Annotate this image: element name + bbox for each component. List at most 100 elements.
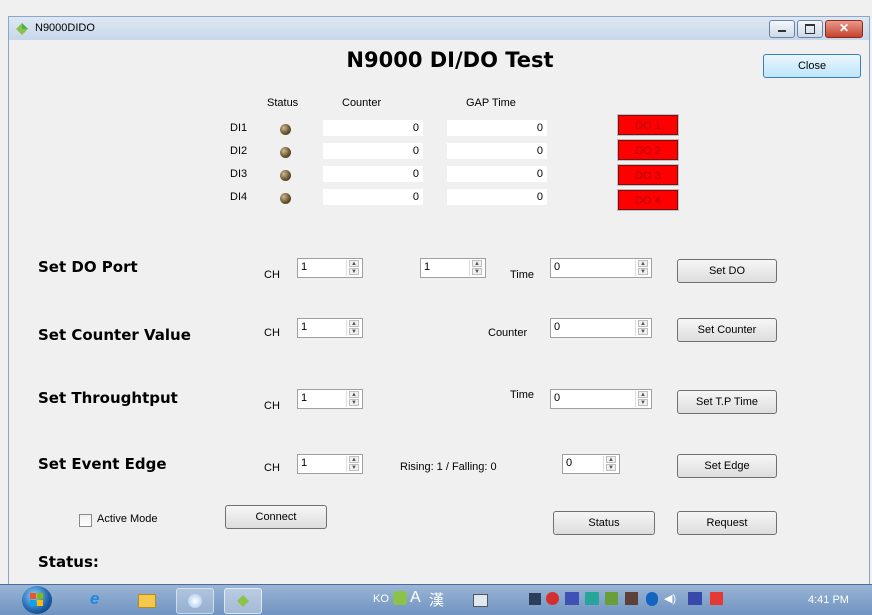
ime-a-icon[interactable]: A	[410, 589, 421, 607]
set-event-edge-title: Set Event Edge	[38, 455, 167, 473]
set-tp-time-button[interactable]: Set T.P Time	[677, 390, 777, 414]
di-status-led	[280, 193, 291, 204]
diamond-icon	[237, 595, 249, 607]
tray-icon-2[interactable]	[546, 592, 559, 605]
gap-time-field[interactable]: 0	[447, 120, 547, 136]
folder-icon	[138, 594, 156, 608]
status-button[interactable]: Status	[553, 511, 655, 535]
tp-time-stepper[interactable]: 0 ▲ ▼	[550, 389, 652, 409]
ch-value: 1	[301, 392, 308, 404]
stepper-arrows[interactable]: ▲ ▼	[635, 391, 650, 407]
arrow-down-icon[interactable]: ▼	[349, 268, 359, 275]
counter-field[interactable]: 0	[323, 189, 423, 205]
bluetooth-icon[interactable]	[646, 592, 658, 606]
connect-button[interactable]: Connect	[225, 505, 327, 529]
tray-icon-3[interactable]	[565, 592, 579, 605]
counter-field[interactable]: 0	[323, 166, 423, 182]
counter-stepper[interactable]: 0 ▲ ▼	[550, 318, 652, 338]
arrow-up-icon[interactable]: ▲	[638, 391, 648, 398]
do-button[interactable]: DO 3	[617, 164, 679, 186]
ch-stepper[interactable]: 1 ▲ ▼	[297, 389, 363, 409]
set-counter-title: Set Counter Value	[38, 326, 191, 344]
set-counter-button[interactable]: Set Counter	[677, 318, 777, 342]
stepper-arrows[interactable]: ▲ ▼	[635, 320, 650, 336]
status-label: Status:	[38, 553, 99, 571]
counter-label: Counter	[488, 327, 528, 339]
ime-han-icon[interactable]: 漢	[429, 589, 444, 610]
arrow-down-icon[interactable]: ▼	[349, 328, 359, 335]
arrow-down-icon[interactable]: ▼	[472, 268, 482, 275]
arrow-down-icon[interactable]: ▼	[638, 268, 648, 275]
taskbar-app-icon[interactable]	[176, 588, 214, 614]
arrow-up-icon[interactable]: ▲	[638, 260, 648, 267]
ie-icon: e	[90, 589, 100, 608]
di-label: DI2	[230, 145, 248, 157]
set-edge-button[interactable]: Set Edge	[677, 454, 777, 478]
close-button[interactable]: Close	[763, 54, 861, 78]
time-stepper[interactable]: 0 ▲ ▼	[550, 258, 652, 278]
ch-value: 1	[301, 321, 308, 333]
arrow-down-icon[interactable]: ▼	[349, 464, 359, 471]
gap-time-field[interactable]: 0	[447, 189, 547, 205]
arrow-down-icon[interactable]: ▼	[606, 464, 616, 471]
ime-tool-icon[interactable]	[393, 591, 407, 605]
tray-icon-5[interactable]	[605, 592, 618, 605]
ch-stepper[interactable]: 1 ▲ ▼	[297, 454, 363, 474]
action-center-icon[interactable]	[710, 592, 723, 605]
volume-icon[interactable]: ◀)	[664, 592, 676, 605]
tray-icon-1[interactable]	[529, 593, 541, 605]
ch-label: CH	[264, 327, 280, 339]
ime-indicator[interactable]: KO	[373, 593, 389, 605]
ch-stepper[interactable]: 1 ▲ ▼	[297, 258, 363, 278]
minimize-button[interactable]	[769, 20, 795, 38]
tray-icon-4[interactable]	[585, 592, 599, 605]
counter-field[interactable]: 0	[323, 120, 423, 136]
ch-value: 1	[301, 457, 308, 469]
arrow-up-icon[interactable]: ▲	[349, 320, 359, 327]
arrow-up-icon[interactable]: ▲	[638, 320, 648, 327]
arrow-down-icon[interactable]: ▼	[638, 399, 648, 406]
arrow-down-icon[interactable]: ▼	[349, 399, 359, 406]
page-title: N9000 DI/DO Test	[346, 48, 554, 72]
stepper-arrows[interactable]: ▲ ▼	[635, 260, 650, 276]
maximize-button[interactable]	[797, 20, 823, 38]
do-button[interactable]: DO 4	[617, 189, 679, 211]
counter-field[interactable]: 0	[323, 143, 423, 159]
window-close-button[interactable]: ✕	[825, 20, 863, 38]
stepper-arrows[interactable]: ▲ ▼	[346, 456, 361, 472]
stepper-arrows[interactable]: ▲ ▼	[469, 260, 484, 276]
stepper-arrows[interactable]: ▲ ▼	[346, 320, 361, 336]
set-do-title: Set DO Port	[38, 258, 138, 276]
start-button[interactable]	[22, 586, 52, 614]
arrow-up-icon[interactable]: ▲	[472, 260, 482, 267]
gap-time-field[interactable]: 0	[447, 166, 547, 182]
tray-icon-6[interactable]	[625, 592, 638, 605]
ch-stepper[interactable]: 1 ▲ ▼	[297, 318, 363, 338]
request-button[interactable]: Request	[677, 511, 777, 535]
active-mode-checkbox[interactable]	[79, 514, 92, 527]
column-header-status: Status	[267, 97, 299, 109]
arrow-up-icon[interactable]: ▲	[606, 456, 616, 463]
minimize-icon	[778, 30, 786, 32]
arrow-down-icon[interactable]: ▼	[638, 328, 648, 335]
taskbar-ie-icon[interactable]: e	[80, 588, 116, 612]
arrow-up-icon[interactable]: ▲	[349, 456, 359, 463]
do-button[interactable]: DO 1	[617, 114, 679, 136]
do-button[interactable]: DO 2	[617, 139, 679, 161]
taskbar-explorer-icon[interactable]	[128, 588, 164, 612]
gap-time-field[interactable]: 0	[447, 143, 547, 159]
set-do-button[interactable]: Set DO	[677, 259, 777, 283]
time-value: 0	[554, 392, 561, 404]
network-icon[interactable]	[688, 592, 702, 605]
taskbar-n9000-icon[interactable]	[224, 588, 262, 614]
stepper-arrows[interactable]: ▲ ▼	[603, 456, 618, 472]
clock-time[interactable]: 4:41 PM	[808, 594, 849, 606]
tray-icon-edit[interactable]	[473, 594, 488, 607]
arrow-up-icon[interactable]: ▲	[349, 391, 359, 398]
arrow-up-icon[interactable]: ▲	[349, 260, 359, 267]
stepper-arrows[interactable]: ▲ ▼	[346, 260, 361, 276]
windows-logo-icon	[30, 593, 43, 606]
stepper-arrows[interactable]: ▲ ▼	[346, 391, 361, 407]
do-value-stepper[interactable]: 1 ▲ ▼	[420, 258, 486, 278]
edge-stepper[interactable]: 0 ▲ ▼	[562, 454, 620, 474]
